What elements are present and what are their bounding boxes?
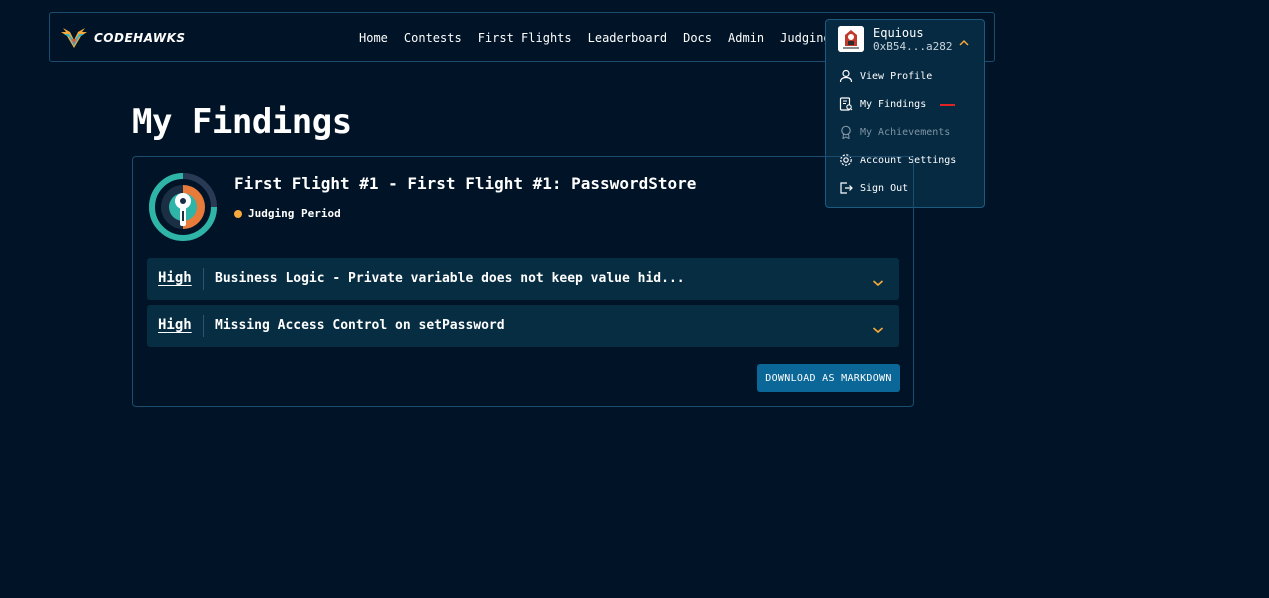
finding-row[interactable]: High Business Logic - Private variable d… bbox=[147, 258, 899, 300]
findings-icon bbox=[838, 97, 853, 112]
nav-link-admin[interactable]: Admin bbox=[728, 31, 764, 45]
user-name: Equious bbox=[873, 26, 924, 40]
menu-item-my-findings[interactable]: My Findings bbox=[838, 94, 926, 114]
chevron-down-icon[interactable] bbox=[872, 319, 884, 338]
contest-findings-card: First Flight #1 - First Flight #1: Passw… bbox=[132, 156, 914, 407]
nav-link-docs[interactable]: Docs bbox=[683, 31, 712, 45]
severity-label[interactable]: High bbox=[158, 270, 192, 286]
hawk-logo-icon bbox=[61, 28, 87, 48]
divider bbox=[203, 315, 204, 337]
brand-name: CODEHAWKS bbox=[94, 31, 186, 45]
menu-item-my-achievements[interactable]: My Achievements bbox=[838, 122, 950, 142]
download-markdown-button[interactable]: DOWNLOAD AS MARKDOWN bbox=[757, 364, 900, 392]
user-address: 0xB54...a282 bbox=[873, 40, 953, 53]
nav-link-judging[interactable]: Judging bbox=[780, 31, 831, 45]
nav-link-first-flights[interactable]: First Flights bbox=[478, 31, 572, 45]
nav-links: Home Contests First Flights Leaderboard … bbox=[359, 13, 847, 63]
codehawks-logo[interactable]: CODEHAWKS bbox=[60, 25, 186, 51]
nav-link-home[interactable]: Home bbox=[359, 31, 388, 45]
menu-item-view-profile[interactable]: View Profile bbox=[838, 66, 932, 86]
user-menu-toggle[interactable]: Equious 0xB54...a282 bbox=[826, 20, 984, 60]
avatar-image bbox=[838, 26, 864, 52]
page-title: My Findings bbox=[132, 102, 352, 142]
menu-item-label: My Achievements bbox=[860, 126, 951, 138]
status-dot-icon bbox=[234, 209, 242, 218]
red-annotation-marker bbox=[940, 104, 955, 106]
chevron-up-icon bbox=[959, 32, 969, 51]
menu-item-label: View Profile bbox=[860, 70, 933, 82]
finding-title: Missing Access Control on setPassword bbox=[215, 318, 505, 333]
contest-title[interactable]: First Flight #1 - First Flight #1: Passw… bbox=[234, 174, 696, 193]
finding-row[interactable]: High Missing Access Control on setPasswo… bbox=[147, 305, 899, 347]
first-flight-logo-icon bbox=[149, 173, 217, 241]
finding-title: Business Logic - Private variable does n… bbox=[215, 271, 685, 286]
severity-label[interactable]: High bbox=[158, 317, 192, 333]
award-icon bbox=[838, 125, 853, 140]
nav-link-contests[interactable]: Contests bbox=[404, 31, 462, 45]
avatar bbox=[838, 26, 864, 52]
nav-link-leaderboard[interactable]: Leaderboard bbox=[588, 31, 667, 45]
user-icon bbox=[838, 69, 853, 84]
divider bbox=[203, 268, 204, 290]
status-badge: Judging Period bbox=[234, 207, 341, 220]
menu-item-label: My Findings bbox=[860, 98, 927, 110]
chevron-down-icon[interactable] bbox=[872, 272, 884, 291]
status-label: Judging Period bbox=[248, 207, 341, 220]
